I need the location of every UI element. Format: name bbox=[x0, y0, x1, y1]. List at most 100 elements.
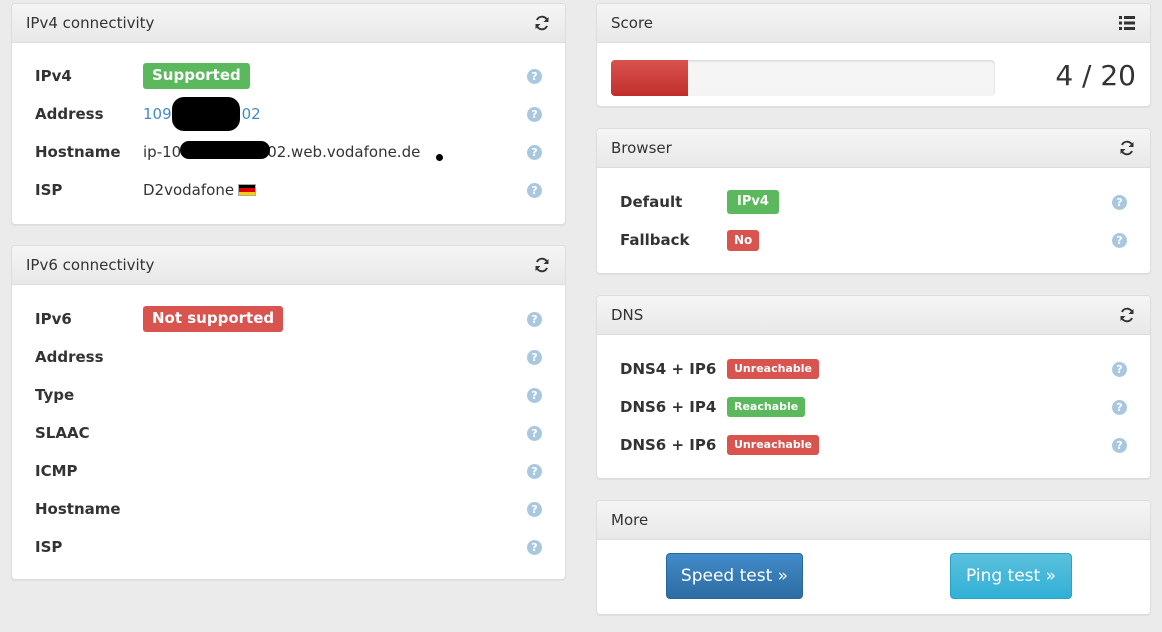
score-panel-heading: Score bbox=[597, 4, 1150, 43]
ipv4-row: IPv4 Supported ? bbox=[12, 57, 565, 95]
help-icon[interactable]: ? bbox=[527, 539, 542, 555]
dns-panel-title: DNS bbox=[611, 306, 644, 324]
help-icon[interactable]: ? bbox=[527, 501, 542, 517]
isp-row: ISP D2vodafone ? bbox=[12, 171, 565, 209]
ipv6-slaac-row: SLAAC ? bbox=[12, 414, 565, 452]
dns-panel-heading: DNS bbox=[597, 296, 1150, 335]
score-progress-bar bbox=[611, 60, 995, 96]
unreachable-badge: Unreachable bbox=[727, 435, 819, 455]
hostname-value-start: ip-10 bbox=[143, 143, 182, 161]
refresh-icon[interactable] bbox=[533, 14, 551, 32]
browser-fallback-value: No bbox=[727, 229, 760, 251]
browser-default-value: IPv4 bbox=[727, 190, 779, 214]
not-supported-badge: Not supported bbox=[143, 306, 284, 332]
help-icon[interactable]: ? bbox=[1112, 361, 1127, 377]
isp-value: D2vodafone bbox=[143, 181, 257, 199]
ipv4-value: Supported bbox=[143, 63, 250, 89]
isp-label: ISP bbox=[35, 181, 63, 199]
dns4-ip6-row: DNS4 + IP6 Unreachable ? bbox=[597, 350, 1150, 388]
redaction-mark bbox=[172, 97, 240, 131]
help-icon[interactable]: ? bbox=[527, 106, 542, 122]
ipv6-isp-label: ISP bbox=[35, 538, 63, 556]
help-icon[interactable]: ? bbox=[527, 463, 542, 479]
dns6-ip6-value: Unreachable bbox=[727, 435, 819, 455]
ipv6-icmp-row: ICMP ? bbox=[12, 452, 565, 490]
more-panel-title: More bbox=[611, 511, 649, 529]
ipv4-panel-title: IPv4 connectivity bbox=[26, 14, 155, 32]
flag-germany-icon bbox=[238, 184, 257, 196]
address-link-start[interactable]: 109 bbox=[143, 105, 172, 123]
refresh-icon[interactable] bbox=[1118, 139, 1136, 157]
help-icon[interactable]: ? bbox=[1112, 232, 1127, 248]
ipv6-address-row: Address ? bbox=[12, 338, 565, 376]
hostname-row: Hostname ip-10 02.web.vodafone.de ? bbox=[12, 133, 565, 171]
list-icon[interactable] bbox=[1118, 14, 1136, 32]
refresh-icon[interactable] bbox=[533, 256, 551, 274]
score-panel: Score 4 / 20 bbox=[596, 3, 1151, 107]
help-icon[interactable]: ? bbox=[1112, 437, 1127, 453]
address-link-end[interactable]: 02 bbox=[242, 105, 261, 123]
score-progress-fill bbox=[611, 60, 688, 96]
more-panel-heading: More bbox=[597, 501, 1150, 540]
ipv6-hostname-label: Hostname bbox=[35, 500, 121, 518]
help-icon[interactable]: ? bbox=[1112, 399, 1127, 415]
ipv4-panel-heading: IPv4 connectivity bbox=[12, 4, 565, 43]
dns6-ip4-value: Reachable bbox=[727, 397, 806, 417]
reachable-badge: Reachable bbox=[727, 397, 806, 417]
ipv6-hostname-row: Hostname ? bbox=[12, 490, 565, 528]
browser-panel-heading: Browser bbox=[597, 129, 1150, 168]
browser-fallback-label: Fallback bbox=[620, 231, 690, 249]
score-value: 4 / 20 bbox=[1055, 59, 1136, 92]
hostname-value-end: 02.web.vodafone.de bbox=[267, 143, 421, 161]
redaction-dot bbox=[436, 154, 443, 161]
more-panel: More Speed test » Ping test » bbox=[596, 500, 1151, 615]
speed-test-button[interactable]: Speed test » bbox=[666, 553, 803, 599]
ipv6-isp-row: ISP ? bbox=[12, 528, 565, 566]
ipv6-address-label: Address bbox=[35, 348, 104, 366]
help-icon[interactable]: ? bbox=[527, 349, 542, 365]
dns4-ip6-label: DNS4 + IP6 bbox=[620, 360, 717, 378]
help-icon[interactable]: ? bbox=[527, 311, 542, 327]
unreachable-badge: Unreachable bbox=[727, 359, 819, 379]
dns6-ip6-label: DNS6 + IP6 bbox=[620, 436, 717, 454]
help-icon[interactable]: ? bbox=[527, 182, 542, 198]
score-panel-title: Score bbox=[611, 14, 654, 32]
ipv6-value: Not supported bbox=[143, 306, 284, 332]
dns4-ip6-value: Unreachable bbox=[727, 359, 819, 379]
isp-name: D2vodafone bbox=[143, 181, 235, 199]
help-icon[interactable]: ? bbox=[527, 68, 542, 84]
supported-badge: Supported bbox=[143, 63, 250, 89]
ipv6-type-row: Type ? bbox=[12, 376, 565, 414]
refresh-icon[interactable] bbox=[1118, 306, 1136, 324]
ipv6-panel-heading: IPv6 connectivity bbox=[12, 246, 565, 285]
help-icon[interactable]: ? bbox=[527, 425, 542, 441]
ipv4-badge: IPv4 bbox=[727, 190, 779, 214]
ipv6-slaac-label: SLAAC bbox=[35, 424, 90, 442]
ipv6-row: IPv6 Not supported ? bbox=[12, 300, 565, 338]
redaction-mark bbox=[180, 141, 270, 159]
no-badge: No bbox=[727, 229, 760, 251]
ipv6-panel: IPv6 connectivity IPv6 Not supported ? A… bbox=[11, 245, 566, 580]
dns6-ip4-label: DNS6 + IP4 bbox=[620, 398, 717, 416]
ipv4-label: IPv4 bbox=[35, 67, 72, 85]
ipv4-panel: IPv4 connectivity IPv4 Supported ? Addre… bbox=[11, 3, 566, 225]
ipv6-type-label: Type bbox=[35, 386, 75, 404]
hostname-label: Hostname bbox=[35, 143, 121, 161]
address-row: Address 109 02 ? bbox=[12, 95, 565, 133]
ping-test-button[interactable]: Ping test » bbox=[950, 553, 1072, 599]
browser-panel: Browser Default IPv4 ? Fallback No ? bbox=[596, 128, 1151, 274]
dns6-ip6-row: DNS6 + IP6 Unreachable ? bbox=[597, 426, 1150, 464]
ipv6-panel-title: IPv6 connectivity bbox=[26, 256, 155, 274]
browser-default-label: Default bbox=[620, 193, 683, 211]
help-icon[interactable]: ? bbox=[527, 144, 542, 160]
dns6-ip4-row: DNS6 + IP4 Reachable ? bbox=[597, 388, 1150, 426]
browser-default-row: Default IPv4 ? bbox=[597, 183, 1150, 221]
help-icon[interactable]: ? bbox=[1112, 194, 1127, 210]
help-icon[interactable]: ? bbox=[527, 387, 542, 403]
browser-panel-title: Browser bbox=[611, 139, 672, 157]
address-label: Address bbox=[35, 105, 104, 123]
ipv6-label: IPv6 bbox=[35, 310, 72, 328]
ipv6-icmp-label: ICMP bbox=[35, 462, 78, 480]
browser-fallback-row: Fallback No ? bbox=[597, 221, 1150, 259]
dns-panel: DNS DNS4 + IP6 Unreachable ? DNS6 + IP4 … bbox=[596, 295, 1151, 479]
